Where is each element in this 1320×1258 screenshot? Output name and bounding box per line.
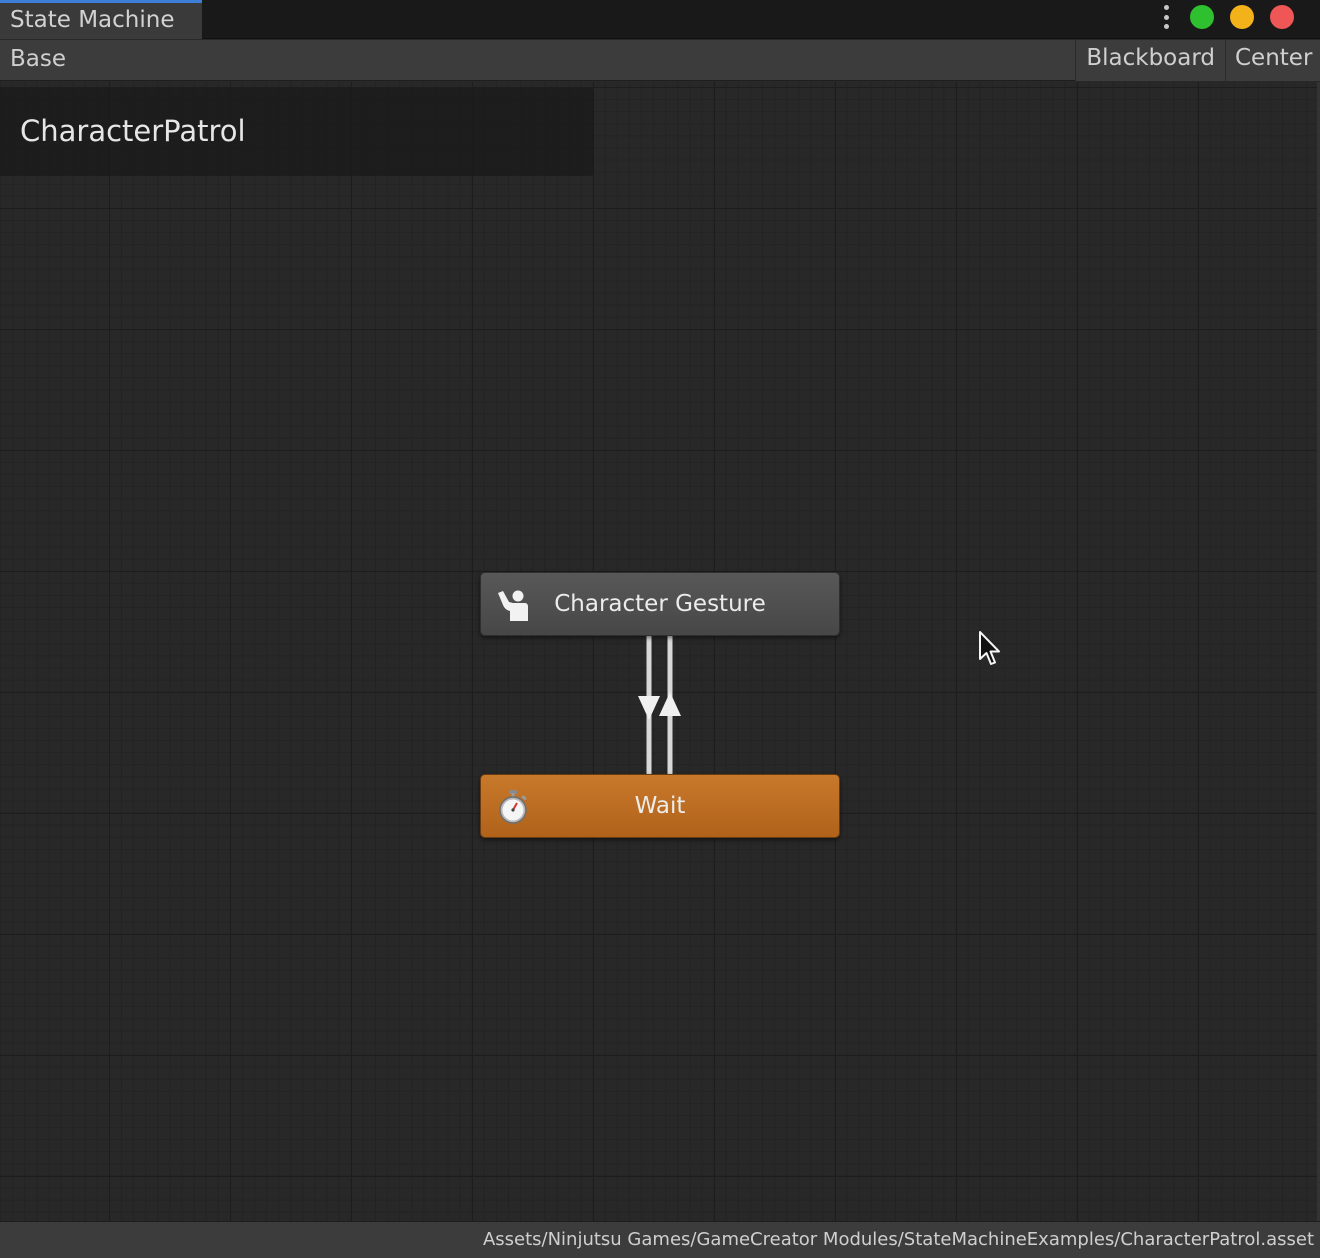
transition-arrows[interactable] [630,636,690,776]
maximize-button[interactable] [1190,5,1214,29]
center-button[interactable]: Center [1225,40,1320,81]
minimize-button[interactable] [1230,5,1254,29]
graph-toolbar: Base Blackboard Center [0,40,1320,81]
window-controls [1162,5,1294,29]
close-button[interactable] [1270,5,1294,29]
graph-title: CharacterPatrol [20,114,246,148]
state-node-label: Character Gesture [554,591,766,617]
blackboard-button[interactable]: Blackboard [1075,40,1225,81]
more-options-icon[interactable] [1162,5,1170,29]
state-node-label: Wait [634,793,686,819]
asset-path: Assets/Ninjutsu Games/GameCreator Module… [482,1229,1314,1250]
window-tab-strip: State Machine [0,0,1320,39]
breadcrumb-base[interactable]: Base [10,46,66,72]
arrow-up-icon [659,692,681,716]
status-bar: Assets/Ninjutsu Games/GameCreator Module… [0,1221,1320,1258]
graph-title-panel: CharacterPatrol [0,88,594,176]
arrow-down-icon [638,696,660,720]
tab-state-machine[interactable]: State Machine [0,0,202,39]
state-node-wait[interactable]: Wait [480,774,840,838]
mouse-cursor-icon [979,631,1000,665]
state-node-character-gesture[interactable]: Character Gesture [480,572,840,636]
